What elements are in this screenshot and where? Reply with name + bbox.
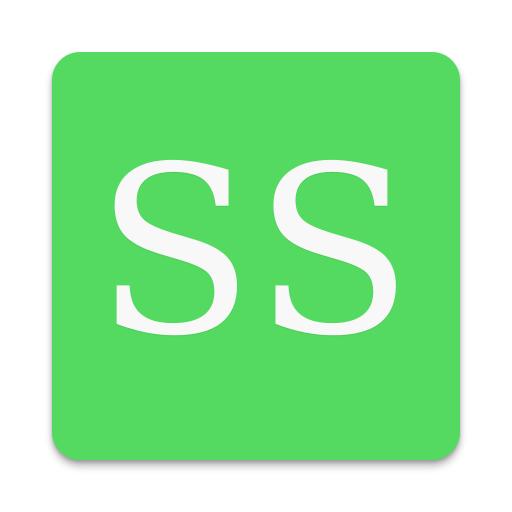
icon-canvas: SS <box>0 0 512 512</box>
app-icon-tile[interactable]: SS <box>52 52 460 460</box>
app-icon-text: SS <box>95 117 417 387</box>
